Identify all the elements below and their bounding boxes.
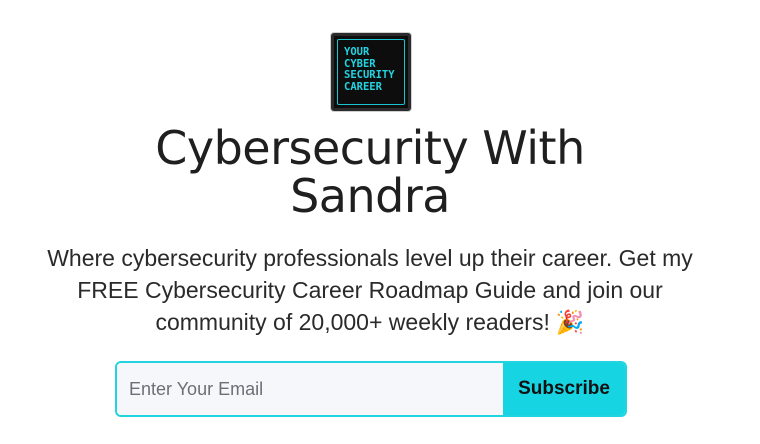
logo-line-4: CAREER: [344, 80, 382, 93]
page: YOUR CYBER SECURITY CAREER Cybersecurity…: [0, 0, 760, 444]
page-title: Cybersecurity With Sandra: [155, 121, 585, 223]
subscribe-button[interactable]: Subscribe: [503, 363, 625, 415]
logo-line-3: SECURITY: [344, 69, 395, 81]
party-popper-icon: 🎉: [555, 310, 585, 336]
page-description: Where cybersecurity professionals level …: [20, 242, 720, 339]
email-input[interactable]: [117, 363, 503, 415]
logo-frame: YOUR CYBER SECURITY CAREER: [337, 39, 405, 105]
logo-line-1: YOUR: [344, 46, 370, 58]
description-text: Where cybersecurity professionals level …: [47, 245, 693, 335]
subscribe-form: Subscribe: [115, 361, 627, 417]
your-cyber-security-career-logo: YOUR CYBER SECURITY CAREER: [331, 33, 411, 111]
